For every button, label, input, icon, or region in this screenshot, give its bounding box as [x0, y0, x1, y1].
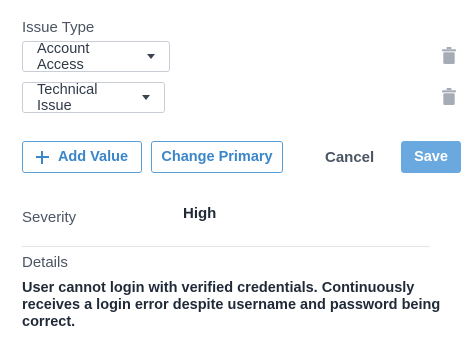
chevron-down-icon: [147, 54, 155, 59]
change-primary-label: Change Primary: [161, 149, 273, 165]
divider: [22, 246, 430, 247]
add-value-button[interactable]: Add Value: [22, 141, 142, 173]
issue-type-select-2-value: Technical Issue: [37, 81, 98, 114]
save-button[interactable]: Save: [401, 141, 461, 173]
add-value-label: Add Value: [57, 149, 129, 165]
change-primary-button[interactable]: Change Primary: [151, 141, 283, 173]
chevron-down-icon: [142, 95, 150, 100]
issue-type-select-1[interactable]: Account Access: [22, 40, 170, 73]
cancel-button[interactable]: Cancel: [325, 149, 374, 166]
issue-type-select-2[interactable]: Technical Issue: [22, 81, 165, 114]
details-text: User cannot login with verified credenti…: [22, 280, 441, 330]
severity-value: High: [183, 205, 217, 222]
trash-icon[interactable]: [442, 88, 456, 105]
details-label: Details: [22, 254, 68, 271]
severity-label: Severity: [22, 209, 77, 226]
trash-icon[interactable]: [442, 47, 456, 64]
issue-type-select-1-value: Account Access: [37, 40, 90, 73]
plus-icon: [35, 150, 49, 164]
issue-type-label: Issue Type: [22, 19, 95, 36]
save-label: Save: [414, 149, 448, 165]
